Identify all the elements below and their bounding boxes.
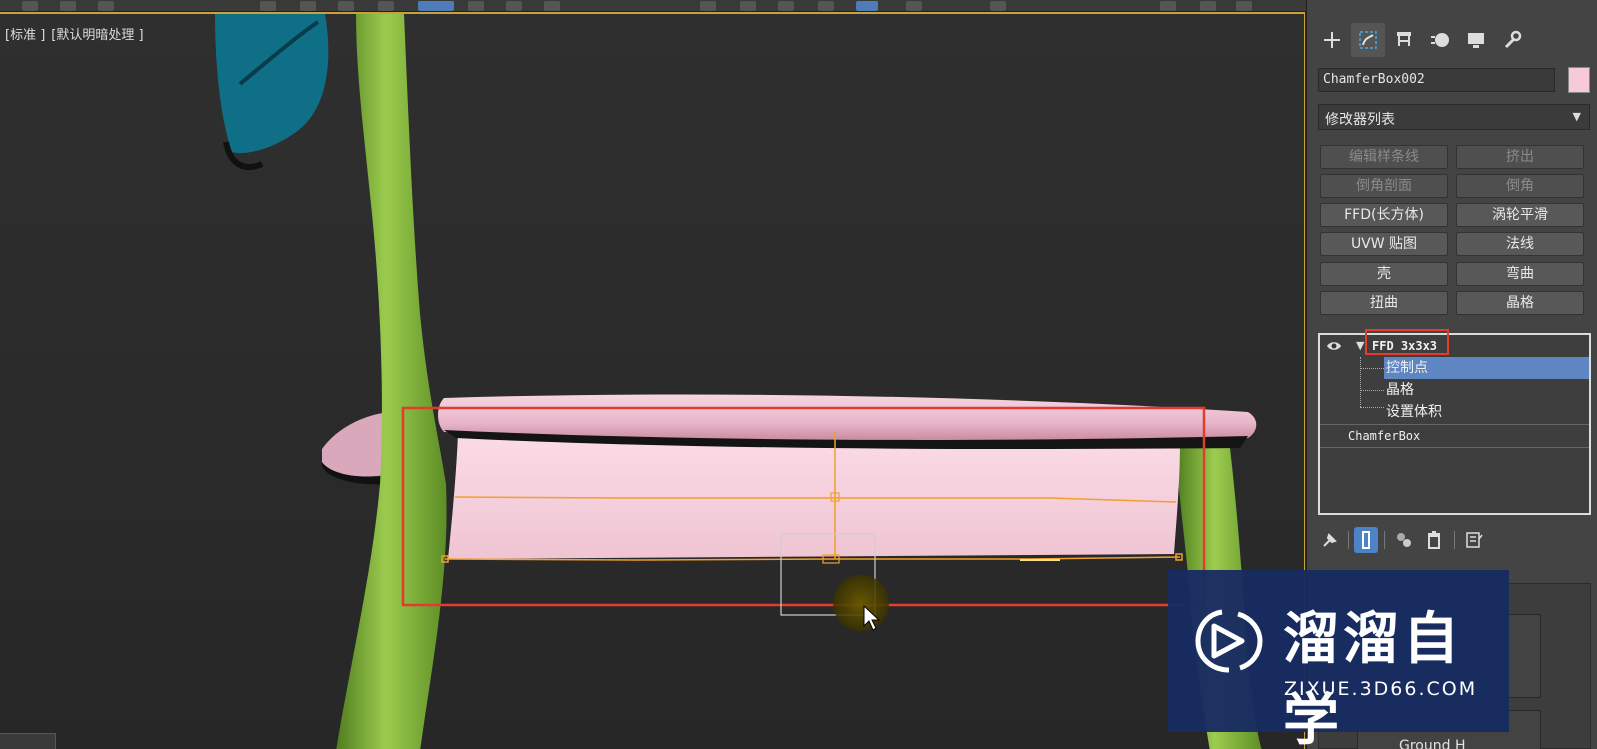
tree-line xyxy=(1360,407,1384,408)
tab-display[interactable] xyxy=(1459,23,1493,57)
plus-icon xyxy=(1324,32,1340,48)
select-move-button[interactable] xyxy=(418,1,454,11)
tab-create[interactable] xyxy=(1315,23,1349,57)
toolbar-button[interactable] xyxy=(778,1,794,11)
watermark: 溜溜自学 ZIXUE.3D66.COM xyxy=(1168,570,1509,749)
seat-top[interactable] xyxy=(438,394,1257,442)
toolbar-button[interactable] xyxy=(60,1,76,11)
watermark-url: ZIXUE.3D66.COM xyxy=(1284,678,1478,700)
modifier-button-shell[interactable]: 壳 xyxy=(1320,262,1448,286)
seat-apron[interactable] xyxy=(448,434,1180,559)
toolbar-button[interactable] xyxy=(1236,1,1252,11)
tab-modify[interactable] xyxy=(1351,23,1385,57)
chair-leg-left xyxy=(336,14,447,749)
viewport-perspective[interactable]: [标准 ] [默认明暗处理 ] xyxy=(0,12,1305,749)
modifier-button[interactable]: 倒角 xyxy=(1456,174,1584,198)
tab-motion[interactable] xyxy=(1423,23,1457,57)
chevron-down-icon: ▼ xyxy=(1572,110,1581,123)
viewport-view-label[interactable]: [标准 ] xyxy=(5,28,45,43)
toolbar-button[interactable] xyxy=(818,1,834,11)
tab-utilities[interactable] xyxy=(1495,23,1529,57)
make-unique-icon[interactable] xyxy=(1392,527,1416,553)
wrench-icon xyxy=(1504,30,1522,49)
viewport-label[interactable]: [标准 ] [默认明暗处理 ] xyxy=(5,24,150,43)
show-end-result-icon[interactable] xyxy=(1354,527,1378,553)
toolbar-button[interactable] xyxy=(22,1,38,11)
modifier-button-turbosmooth[interactable]: 涡轮平滑 xyxy=(1456,203,1584,227)
object-color-swatch[interactable] xyxy=(1568,67,1590,93)
modifier-button-twist[interactable]: 扭曲 xyxy=(1320,291,1448,315)
modifier-list-dropdown[interactable]: 修改器列表 ▼ xyxy=(1318,104,1590,130)
toolbar-button[interactable] xyxy=(740,1,756,11)
scene-canvas[interactable] xyxy=(0,14,1305,749)
viewport-shading-label[interactable]: [默认明暗处理 ] xyxy=(51,28,143,43)
modify-icon xyxy=(1359,31,1377,49)
modifier-button-ffd-box[interactable]: FFD(长方体) xyxy=(1320,203,1448,227)
toolbar-button[interactable] xyxy=(544,1,560,11)
tree-line xyxy=(1360,357,1361,407)
highlight-box-ffd xyxy=(1365,329,1449,355)
toolbar-separator xyxy=(1348,531,1349,549)
stack-subitem-set-volume[interactable]: 设置体积 xyxy=(1386,401,1442,423)
toolbar-button[interactable] xyxy=(378,1,394,11)
modifier-stack[interactable]: ▼ FFD 3x3x3 控制点 晶格 设置体积 ChamferBox xyxy=(1318,329,1591,515)
modifier-button-bend[interactable]: 弯曲 xyxy=(1456,262,1584,286)
object-name-field[interactable]: ChamferBox002 xyxy=(1318,68,1555,92)
motion-icon xyxy=(1431,33,1449,47)
tree-line xyxy=(1360,390,1384,391)
toolbar-button[interactable] xyxy=(906,1,922,11)
tree-line xyxy=(1360,368,1384,369)
app-root: [标准 ] [默认明暗处理 ] ChamferBox002 修改器列表 ▼ 编辑… xyxy=(0,0,1597,749)
snap-toggle-button[interactable] xyxy=(856,1,878,11)
toolbar-button[interactable] xyxy=(300,1,316,11)
toolbar-separator xyxy=(1454,531,1455,549)
modifier-button-lattice[interactable]: 晶格 xyxy=(1456,291,1584,315)
eye-icon[interactable] xyxy=(1326,338,1342,354)
configure-sets-icon[interactable] xyxy=(1462,527,1486,553)
display-icon xyxy=(1468,33,1484,48)
toolbar-button[interactable] xyxy=(260,1,276,11)
toolbar-button[interactable] xyxy=(1200,1,1216,11)
modifier-button-normal[interactable]: 法线 xyxy=(1456,232,1584,256)
toolbar-button[interactable] xyxy=(990,1,1006,11)
modifier-button[interactable]: 挤出 xyxy=(1456,145,1584,169)
modifier-button[interactable]: 倒角剖面 xyxy=(1320,174,1448,198)
teal-leaf-object xyxy=(215,14,329,171)
toolbar-button[interactable] xyxy=(1160,1,1176,11)
stack-subitem-lattice[interactable]: 晶格 xyxy=(1386,379,1414,401)
pin-stack-icon[interactable] xyxy=(1318,527,1342,553)
expand-triangle-icon[interactable]: ▼ xyxy=(1356,339,1364,352)
stack-subitem-control-points[interactable]: 控制点 xyxy=(1384,357,1589,379)
trash-icon[interactable] xyxy=(1422,527,1446,553)
toolbar-button[interactable] xyxy=(98,1,114,11)
toolbar-button[interactable] xyxy=(338,1,354,11)
watermark-title: 溜溜自学 xyxy=(1283,607,1463,749)
viewport-corner-widget[interactable] xyxy=(0,733,56,749)
command-panel-tabs xyxy=(1315,23,1593,59)
play-logo-icon xyxy=(1195,609,1263,673)
stack-separator xyxy=(1320,447,1589,448)
toolbar-button[interactable] xyxy=(468,1,484,11)
toolbar-separator xyxy=(1384,531,1385,549)
stack-toolbar xyxy=(1318,527,1591,553)
toolbar-button[interactable] xyxy=(700,1,716,11)
modifier-button[interactable]: 编辑样条线 xyxy=(1320,145,1448,169)
modifier-button-uvw-map[interactable]: UVW 贴图 xyxy=(1320,232,1448,256)
toolbar-button[interactable] xyxy=(506,1,522,11)
modifier-list-label: 修改器列表 xyxy=(1325,112,1395,128)
tab-hierarchy[interactable] xyxy=(1387,23,1421,57)
hierarchy-icon xyxy=(1397,32,1411,46)
cursor-highlight xyxy=(833,575,889,631)
stack-item-chamferbox[interactable]: ChamferBox xyxy=(1348,425,1420,447)
